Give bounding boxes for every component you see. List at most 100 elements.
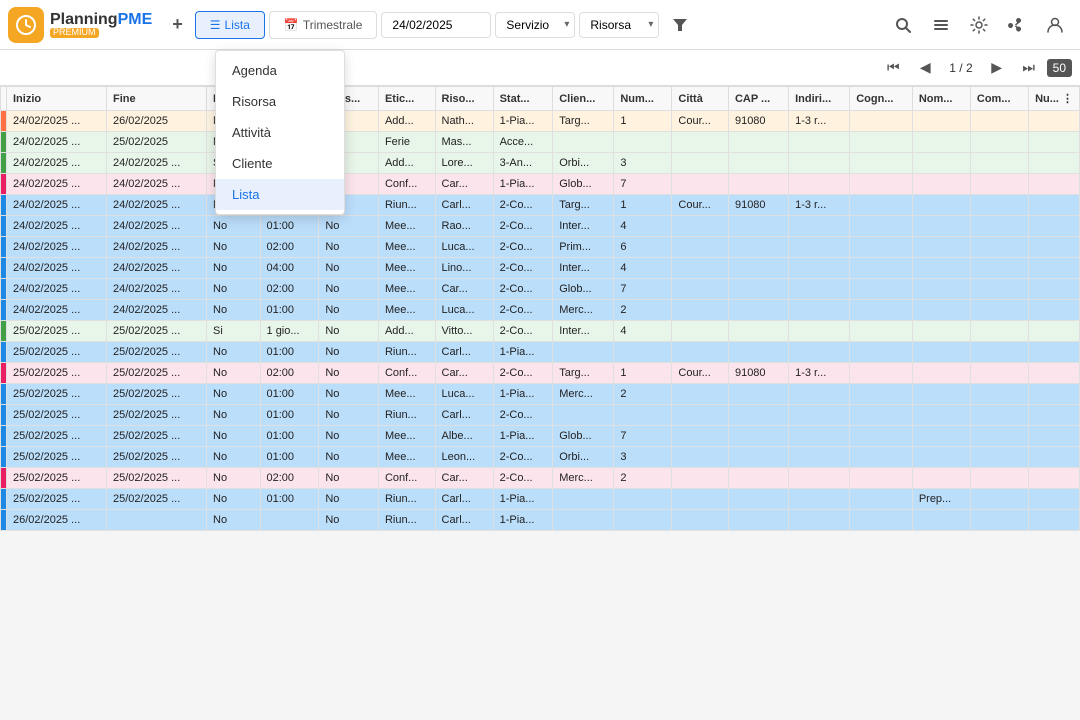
cell-indis: No (319, 321, 379, 342)
prev-page-button[interactable]: ◀ (911, 54, 939, 82)
menu-item-lista[interactable]: Lista (216, 179, 344, 210)
next-page-button[interactable]: ▶ (983, 54, 1011, 82)
col-clien[interactable]: Clien... (553, 87, 614, 111)
cell-stat: 1-Pia... (493, 174, 553, 195)
cell-peri: No (207, 426, 261, 447)
table-row[interactable]: 24/02/2025 ...24/02/2025 ...No02:00NoMee… (1, 237, 1080, 258)
table-row[interactable]: 24/02/2025 ...24/02/2025 ...No01:00NoRiu… (1, 195, 1080, 216)
cell-citta: Cour... (672, 363, 729, 384)
cell-cap (728, 279, 788, 300)
last-page-button[interactable]: ⏭ (1015, 54, 1043, 82)
cell-nu (1029, 447, 1080, 468)
col-com[interactable]: Com... (970, 87, 1028, 111)
cell-nom (912, 384, 970, 405)
cell-indis: No (319, 468, 379, 489)
col-nom[interactable]: Nom... (912, 87, 970, 111)
table-row[interactable]: 25/02/2025 ...25/02/2025 ...No01:00NoMee… (1, 384, 1080, 405)
cell-clien: Targ... (553, 195, 614, 216)
table-row[interactable]: 24/02/2025 ...26/02/2025No3 gio...NoAdd.… (1, 111, 1080, 132)
cell-cogn (850, 342, 913, 363)
table-row[interactable]: 24/02/2025 ...24/02/2025 ...Si1 gio...No… (1, 153, 1080, 174)
table-row[interactable]: 26/02/2025 ...NoNoRiun...Carl...1-Pia... (1, 510, 1080, 531)
col-indiri[interactable]: Indiri... (789, 87, 850, 111)
table-row[interactable]: 25/02/2025 ...25/02/2025 ...No01:00NoRiu… (1, 342, 1080, 363)
cell-clien: Merc... (553, 468, 614, 489)
tab-trimestrale[interactable]: 📅 Trimestrale (269, 11, 378, 39)
cell-dura: 01:00 (260, 426, 319, 447)
date-picker[interactable] (381, 12, 491, 38)
cell-cogn (850, 258, 913, 279)
table-row[interactable]: 25/02/2025 ...25/02/2025 ...No01:00NoRiu… (1, 489, 1080, 510)
settings-button[interactable] (962, 8, 996, 42)
table-row[interactable]: 24/02/2025 ...24/02/2025 ...No02:00NoCon… (1, 174, 1080, 195)
cell-riso: Car... (435, 279, 493, 300)
col-riso[interactable]: Riso... (435, 87, 493, 111)
cell-com (970, 195, 1028, 216)
cell-clien (553, 405, 614, 426)
cell-cogn (850, 321, 913, 342)
cell-nu (1029, 132, 1080, 153)
share-button[interactable] (1000, 8, 1034, 42)
col-fine[interactable]: Fine (107, 87, 207, 111)
cell-nom (912, 216, 970, 237)
cell-fine: 25/02/2025 ... (107, 447, 207, 468)
cell-cap (728, 153, 788, 174)
first-page-button[interactable]: ⏮ (879, 54, 907, 82)
cell-indis: No (319, 384, 379, 405)
col-stat[interactable]: Stat... (493, 87, 553, 111)
menu-item-agenda[interactable]: Agenda (216, 55, 344, 86)
search-button[interactable] (886, 8, 920, 42)
col-citta[interactable]: Città (672, 87, 729, 111)
cell-cogn (850, 405, 913, 426)
data-table: Inizio Fine Peri... Dura... Indis... Eti… (0, 86, 1080, 531)
col-num[interactable]: Num... (614, 87, 672, 111)
table-row[interactable]: 24/02/2025 ...24/02/2025 ...No04:00NoMee… (1, 258, 1080, 279)
servizio-select[interactable]: Servizio (495, 12, 575, 38)
columns-menu-icon[interactable]: ⋮ (1062, 93, 1073, 105)
cell-cap (728, 405, 788, 426)
cell-com (970, 510, 1028, 531)
user-button[interactable] (1038, 8, 1072, 42)
col-cap[interactable]: CAP ... (728, 87, 788, 111)
data-table-wrapper: Inizio Fine Peri... Dura... Indis... Eti… (0, 86, 1080, 720)
menu-item-risorsa[interactable]: Risorsa (216, 86, 344, 117)
cell-cogn (850, 153, 913, 174)
cell-indis: No (319, 279, 379, 300)
cell-cogn (850, 447, 913, 468)
cell-fine: 25/02/2025 (107, 132, 207, 153)
cell-clien: Merc... (553, 300, 614, 321)
cell-dura: 02:00 (260, 468, 319, 489)
col-cogn[interactable]: Cogn... (850, 87, 913, 111)
table-row[interactable]: 25/02/2025 ...25/02/2025 ...No01:00NoRiu… (1, 405, 1080, 426)
table-row[interactable]: 25/02/2025 ...25/02/2025 ...No01:00NoMee… (1, 426, 1080, 447)
cell-fine: 24/02/2025 ... (107, 174, 207, 195)
table-row[interactable]: 24/02/2025 ...24/02/2025 ...No01:00NoMee… (1, 300, 1080, 321)
filter-button[interactable] (663, 8, 697, 42)
cell-etic: Add... (378, 111, 435, 132)
table-row[interactable]: 24/02/2025 ...25/02/2025No2 gio...SiFeri… (1, 132, 1080, 153)
risorsa-select[interactable]: Risorsa (579, 12, 659, 38)
table-row[interactable]: 24/02/2025 ...24/02/2025 ...No02:00NoMee… (1, 279, 1080, 300)
cell-clien (553, 342, 614, 363)
table-row[interactable]: 24/02/2025 ...24/02/2025 ...No01:00NoMee… (1, 216, 1080, 237)
col-nu[interactable]: Nu... ⋮ (1029, 87, 1080, 111)
cell-etic: Add... (378, 321, 435, 342)
table-row[interactable]: 25/02/2025 ...25/02/2025 ...Si1 gio...No… (1, 321, 1080, 342)
table-row[interactable]: 25/02/2025 ...25/02/2025 ...No01:00NoMee… (1, 447, 1080, 468)
cell-stat: 1-Pia... (493, 426, 553, 447)
cell-inizio: 24/02/2025 ... (7, 195, 107, 216)
cell-cogn (850, 300, 913, 321)
table-row[interactable]: 25/02/2025 ...25/02/2025 ...No02:00NoCon… (1, 468, 1080, 489)
add-button[interactable]: + (164, 10, 191, 39)
layers-button[interactable] (924, 8, 958, 42)
cell-num: 2 (614, 468, 672, 489)
menu-item-cliente[interactable]: Cliente (216, 148, 344, 179)
col-etic[interactable]: Etic... (378, 87, 435, 111)
cell-citta (672, 510, 729, 531)
col-inizio[interactable]: Inizio (7, 87, 107, 111)
cell-etic: Mee... (378, 300, 435, 321)
table-row[interactable]: 25/02/2025 ...25/02/2025 ...No02:00NoCon… (1, 363, 1080, 384)
tab-lista[interactable]: ☰ Lista (195, 11, 265, 39)
menu-item-attivita[interactable]: Attività (216, 117, 344, 148)
cell-inizio: 24/02/2025 ... (7, 132, 107, 153)
